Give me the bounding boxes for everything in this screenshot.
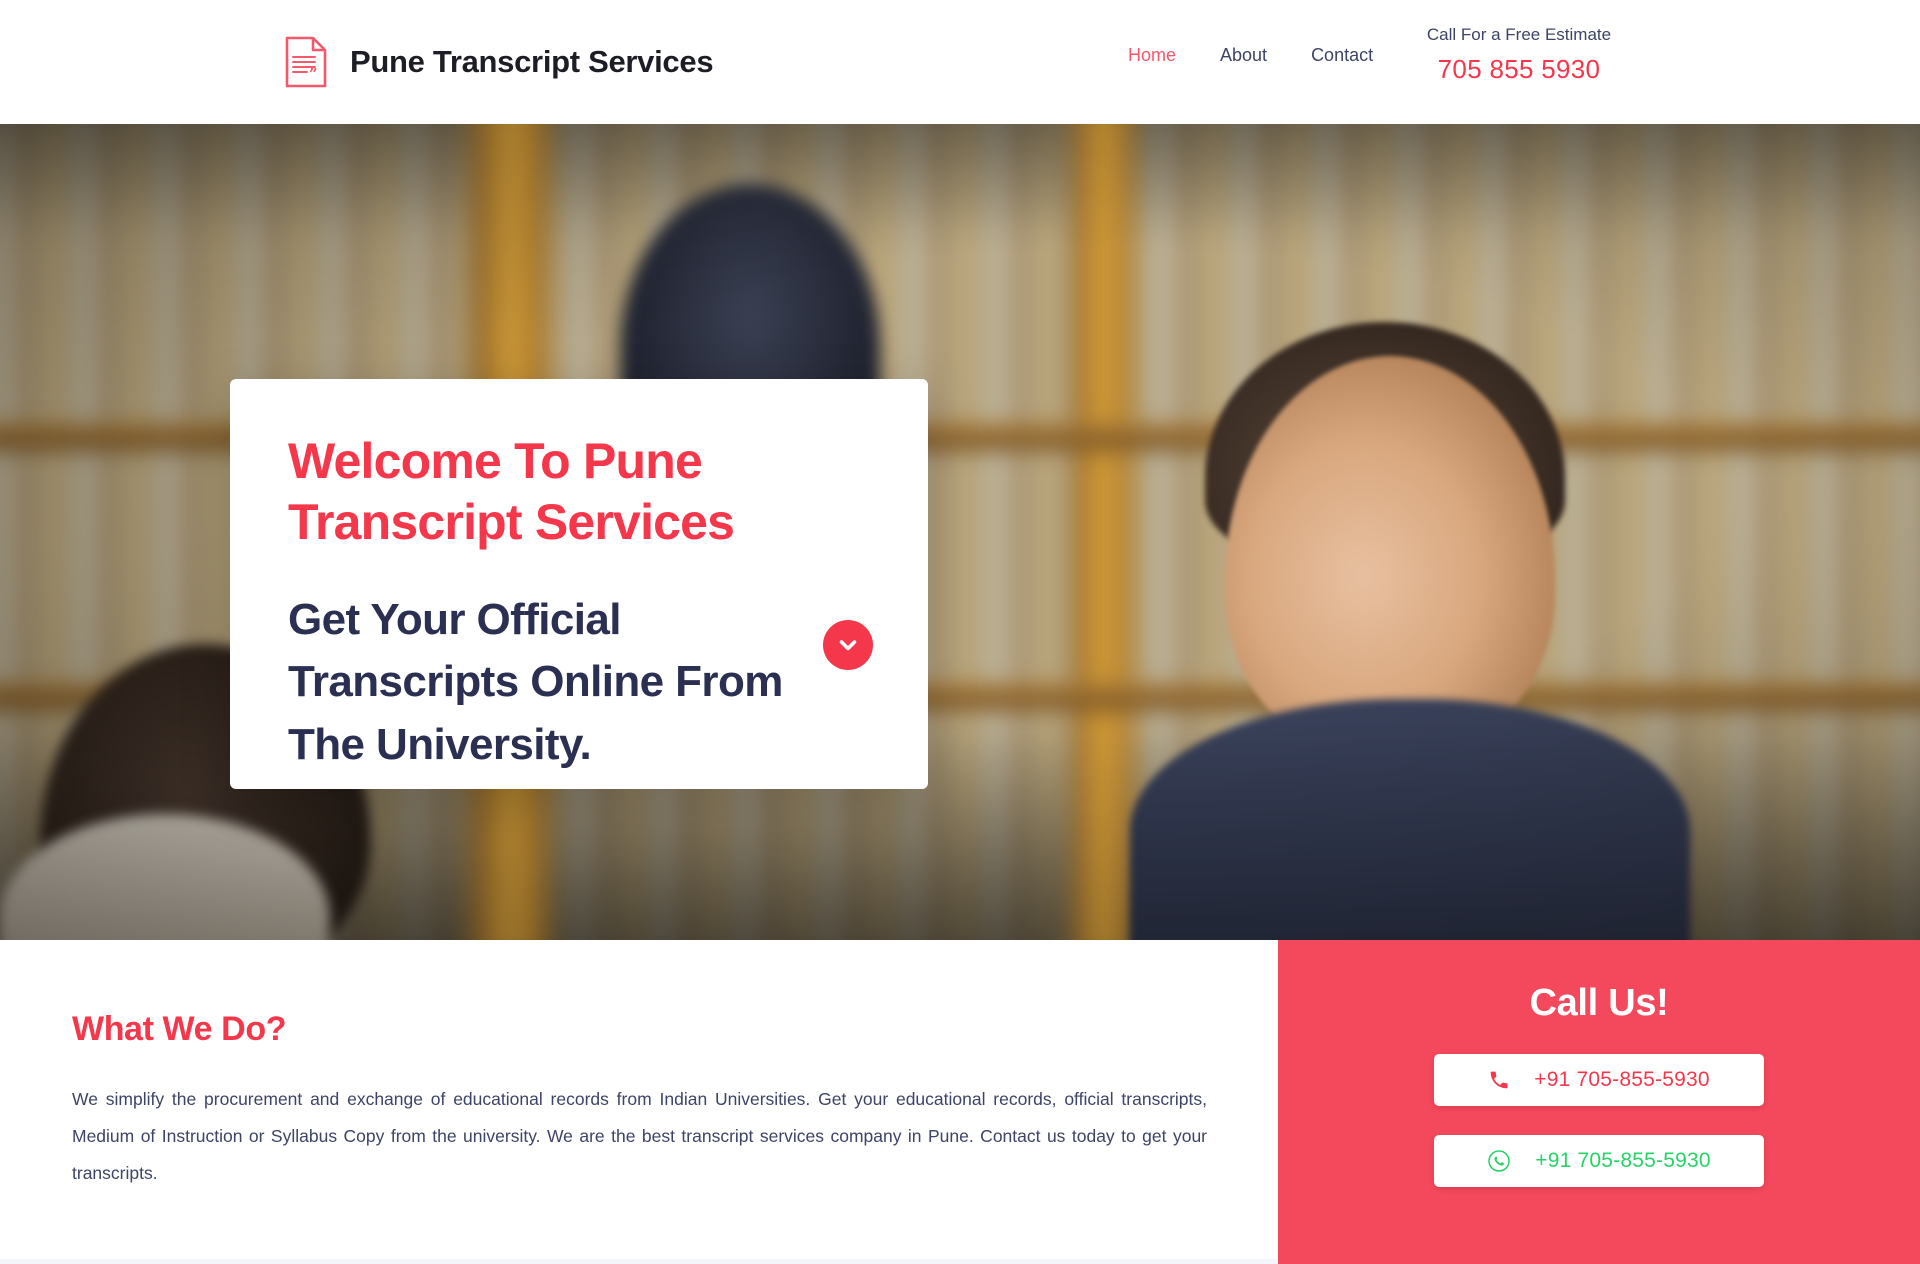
call-us-heading: Call Us! [1529, 982, 1669, 1024]
svg-text:”: ” [309, 65, 318, 83]
nav-item-home[interactable]: Home [1128, 45, 1176, 66]
hero-subtitle: Get Your Official Transcripts Online Fro… [288, 595, 783, 769]
whatsapp-icon [1487, 1149, 1511, 1173]
content-section: What We Do? We simplify the procurement … [0, 940, 1920, 1264]
brand-logo[interactable]: ” Pune Transcript Services [284, 35, 714, 89]
scroll-down-button[interactable] [823, 620, 873, 670]
call-phone-button[interactable]: +91 705-855-5930 [1434, 1054, 1764, 1106]
hero-section: Welcome To Pune Transcript Services Get … [0, 124, 1920, 940]
free-estimate-block: Call For a Free Estimate 705 855 5930 [1419, 22, 1619, 85]
site-header: ” Pune Transcript Services Home About Co… [0, 0, 1920, 124]
free-estimate-label: Call For a Free Estimate [1426, 25, 1612, 44]
nav-item-contact[interactable]: Contact [1311, 45, 1373, 66]
header-phone-number[interactable]: 705 855 5930 [1419, 54, 1619, 85]
call-phone-number: +91 705-855-5930 [1534, 1068, 1710, 1091]
hero-card: Welcome To Pune Transcript Services Get … [230, 379, 928, 789]
nav-item-about[interactable]: About [1220, 45, 1267, 66]
main-nav: Home About Contact [1128, 45, 1373, 66]
chevron-down-icon [836, 633, 860, 657]
what-we-do-heading: What We Do? [72, 1010, 287, 1048]
whatsapp-button[interactable]: +91 705-855-5930 [1434, 1135, 1764, 1187]
what-we-do-paragraph: We simplify the procurement and exchange… [72, 1089, 1207, 1183]
hero-title: Welcome To Pune Transcript Services [288, 433, 735, 550]
whatsapp-number: +91 705-855-5930 [1535, 1149, 1711, 1172]
phone-icon [1488, 1069, 1510, 1091]
brand-name: Pune Transcript Services [350, 44, 714, 79]
footer-divider [0, 1259, 1278, 1264]
what-we-do-block: What We Do? We simplify the procurement … [72, 1010, 1207, 1191]
call-us-panel: Call Us! +91 705-855-5930 +91 705-855-59… [1278, 940, 1920, 1264]
document-quote-icon: ” [284, 35, 328, 89]
